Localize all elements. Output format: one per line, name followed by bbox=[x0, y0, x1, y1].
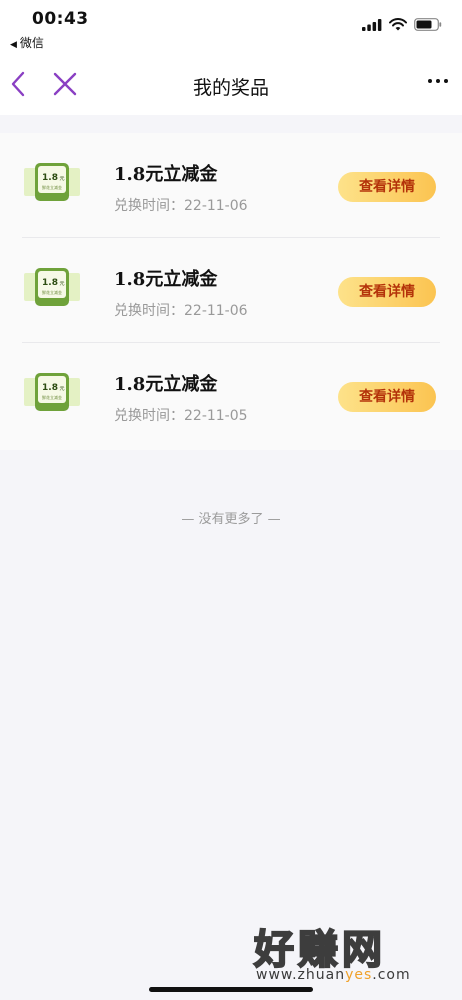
thumb-unit: 元 bbox=[59, 386, 64, 392]
signal-icon bbox=[362, 18, 382, 31]
back-to-wechat-link[interactable]: ◀ 微信 bbox=[10, 34, 44, 51]
view-details-button[interactable]: 查看详情 bbox=[338, 382, 436, 412]
thumb-unit: 元 bbox=[59, 176, 64, 182]
system-icons bbox=[362, 18, 442, 31]
coupon-thumbnail-icon: 1.8 元 鲜花立减金 bbox=[24, 373, 80, 411]
back-triangle-icon: ◀ bbox=[10, 40, 17, 50]
more-dot bbox=[436, 79, 440, 83]
prize-name: 1.8元立减金 bbox=[114, 164, 218, 185]
watermark-url-highlight: yes bbox=[345, 967, 373, 983]
nav-bar: 我的奖品 bbox=[0, 55, 462, 115]
thumb-amount: 1.8 bbox=[42, 383, 58, 393]
coupon-thumbnail-icon: 1.8 元 鲜花立减金 bbox=[24, 163, 80, 201]
thumb-caption: 鲜花立减金 bbox=[42, 289, 62, 295]
coupon-thumbnail-icon: 1.8 元 鲜花立减金 bbox=[24, 268, 80, 306]
prize-item: 1.8 元 鲜花立减金 1.8元立减金 兑换时间：22-11-06 查看详情 bbox=[0, 133, 462, 238]
watermark-url-pre: www.zhuan bbox=[256, 967, 346, 983]
date-label: 兑换时间： bbox=[114, 408, 184, 424]
prize-list: 1.8 元 鲜花立减金 1.8元立减金 兑换时间：22-11-06 查看详情 1… bbox=[0, 133, 462, 450]
date-value: 22-11-06 bbox=[184, 303, 248, 319]
prize-date: 兑换时间：22-11-06 bbox=[114, 300, 248, 320]
wifi-icon bbox=[389, 18, 407, 31]
back-app-label: 微信 bbox=[19, 36, 44, 50]
thumb-amount: 1.8 bbox=[42, 173, 58, 183]
status-bar: 00:43 ◀ 微信 bbox=[0, 0, 462, 55]
more-dot bbox=[428, 79, 432, 83]
home-indicator[interactable] bbox=[149, 987, 313, 992]
page-title: 我的奖品 bbox=[192, 77, 269, 99]
prize-date: 兑换时间：22-11-05 bbox=[114, 405, 248, 425]
date-label: 兑换时间： bbox=[114, 198, 184, 214]
prize-name: 1.8元立减金 bbox=[114, 269, 218, 290]
prize-item: 1.8 元 鲜花立减金 1.8元立减金 兑换时间：22-11-05 查看详情 bbox=[0, 343, 462, 448]
date-value: 22-11-05 bbox=[184, 408, 248, 424]
thumb-caption: 鲜花立减金 bbox=[42, 394, 62, 400]
no-more-text: — 没有更多了 — bbox=[181, 512, 281, 527]
date-label: 兑换时间： bbox=[114, 303, 184, 319]
prize-date: 兑换时间：22-11-06 bbox=[114, 195, 248, 215]
date-value: 22-11-06 bbox=[184, 198, 248, 214]
view-details-button[interactable]: 查看详情 bbox=[338, 277, 436, 307]
battery-icon bbox=[414, 18, 442, 31]
watermark-url: www.zhuanyes.com bbox=[256, 967, 411, 983]
status-time: 00:43 bbox=[32, 9, 89, 29]
thumb-amount: 1.8 bbox=[42, 278, 58, 288]
more-dot bbox=[444, 79, 448, 83]
thumb-caption: 鲜花立减金 bbox=[42, 184, 62, 190]
prize-item: 1.8 元 鲜花立减金 1.8元立减金 兑换时间：22-11-06 查看详情 bbox=[0, 238, 462, 343]
more-options-icon[interactable] bbox=[428, 79, 448, 83]
prize-name: 1.8元立减金 bbox=[114, 374, 218, 395]
watermark-url-post: .com bbox=[372, 967, 411, 983]
view-details-button[interactable]: 查看详情 bbox=[338, 172, 436, 202]
thumb-unit: 元 bbox=[59, 281, 64, 287]
